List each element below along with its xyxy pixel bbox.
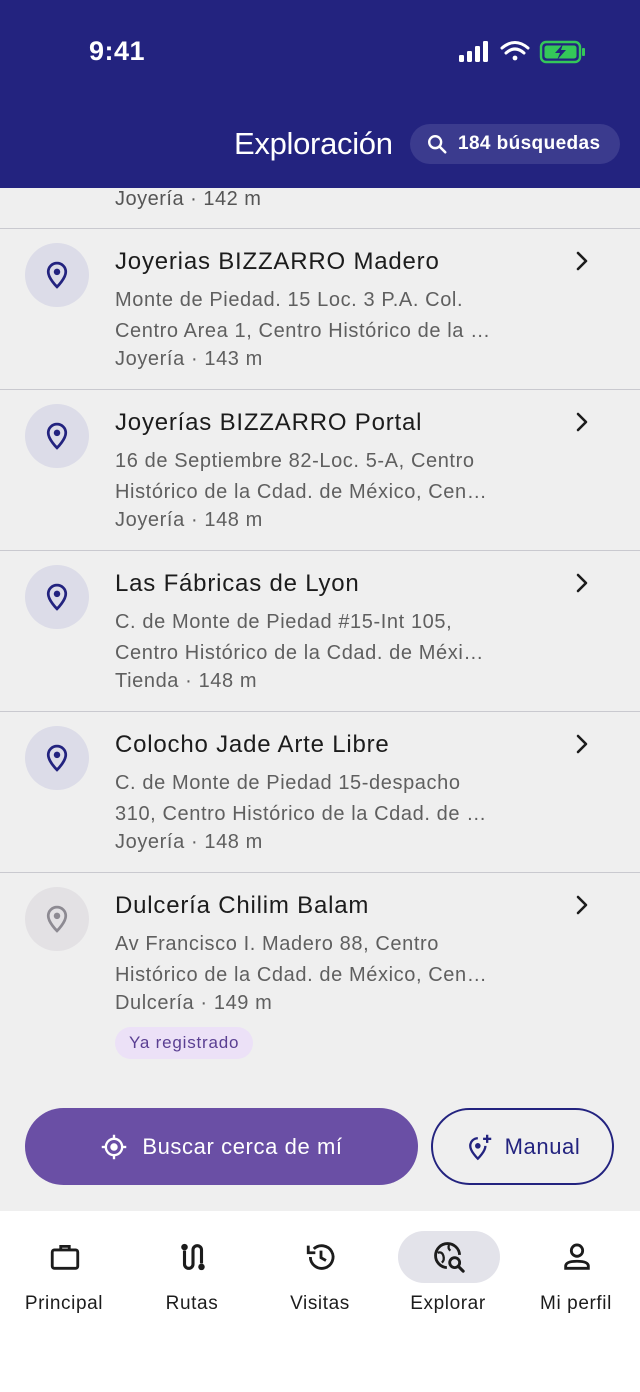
place-avatar	[25, 404, 89, 468]
location-pin-icon	[46, 744, 68, 772]
place-row[interactable]: Joyerias BIZZARRO Madero Monte de Piedad…	[0, 229, 640, 390]
place-meta: Joyería · 148 m	[115, 831, 263, 853]
search-nearby-button[interactable]: Buscar cerca de mí	[25, 1108, 418, 1185]
nav-pill	[14, 1231, 116, 1283]
search-icon	[428, 135, 447, 154]
search-count-label: 184 búsquedas	[458, 133, 601, 154]
place-address: Monte de Piedad. 15 Loc. 3 P.A. Col. Cen…	[115, 285, 545, 347]
search-nearby-label: Buscar cerca de mí	[142, 1133, 343, 1159]
place-row[interactable]: Dulcería Chilim Balam Av Francisco I. Ma…	[0, 873, 640, 1083]
address-line: Centro Histórico de la Cdad. de Méxi…	[115, 642, 485, 664]
nav-pill-active	[398, 1231, 500, 1283]
nav-label: Principal	[24, 1293, 104, 1314]
address-line: 310, Centro Histórico de la Cdad. de …	[115, 803, 487, 825]
place-name: Joyerías BIZZARRO Portal	[115, 409, 423, 436]
manual-add-button[interactable]: Manual	[431, 1108, 614, 1185]
address-line: Histórico de la Cdad. de México, Cen…	[115, 964, 488, 986]
app-header: 9:41 Exploración 184 búsquedas	[0, 0, 640, 188]
nav-pill	[526, 1231, 628, 1283]
place-avatar	[25, 726, 89, 790]
place-row[interactable]: Colocho Jade Arte Libre C. de Monte de P…	[0, 712, 640, 873]
battery-charging-icon	[539, 40, 585, 64]
nav-label: Explorar	[410, 1293, 486, 1314]
manual-add-label: Manual	[504, 1133, 581, 1159]
place-name: Joyerias BIZZARRO Madero	[115, 248, 440, 275]
place-address: C. de Monte de Piedad #15-Int 105, Centr…	[115, 607, 545, 669]
history-icon	[306, 1244, 335, 1270]
wifi-icon	[500, 41, 530, 61]
nav-pill	[270, 1231, 372, 1283]
location-pin-icon	[46, 583, 68, 611]
place-row[interactable]: Las Fábricas de Lyon C. de Monte de Pied…	[0, 551, 640, 712]
registered-badge: Ya registrado	[115, 1027, 254, 1059]
add-location-icon	[468, 1134, 491, 1160]
place-address: Av Francisco I. Madero 88, Centro Histór…	[115, 929, 545, 991]
my-location-icon	[102, 1134, 127, 1159]
place-row[interactable]: Joyerías BIZZARRO Portal 16 de Septiembr…	[0, 390, 640, 551]
chevron-right-icon	[576, 734, 588, 754]
nav-pill	[142, 1231, 244, 1283]
briefcase-icon	[50, 1244, 80, 1270]
status-icons	[459, 40, 585, 64]
nav-item-principal[interactable]: Principal	[0, 1231, 128, 1331]
nav-item-visitas[interactable]: Visitas	[256, 1231, 384, 1331]
address-line: Monte de Piedad. 15 Loc. 3 P.A. Col.	[115, 289, 464, 311]
address-line: Centro Area 1, Centro Histórico de la …	[115, 320, 491, 342]
place-avatar	[25, 887, 89, 951]
place-meta: Joyería · 142 m	[115, 188, 262, 210]
chevron-right-icon	[576, 573, 588, 593]
place-name: Colocho Jade Arte Libre	[115, 731, 390, 758]
chevron-right-icon	[576, 251, 588, 271]
location-pin-icon	[46, 422, 68, 450]
place-meta: Dulcería · 149 m	[115, 992, 273, 1014]
address-line: Av Francisco I. Madero 88, Centro	[115, 933, 440, 955]
person-icon	[564, 1243, 590, 1270]
chevron-right-icon	[576, 895, 588, 915]
address-line: 16 de Septiembre 82-Loc. 5-A, Centro	[115, 450, 475, 472]
place-meta: Joyería · 143 m	[115, 348, 263, 370]
address-line: C. de Monte de Piedad 15-despacho	[115, 772, 461, 794]
place-address: C. de Monte de Piedad 15-despacho 310, C…	[115, 768, 545, 830]
location-pin-icon	[46, 261, 68, 289]
signal-icon	[459, 41, 488, 62]
place-meta: Tienda · 148 m	[115, 670, 258, 692]
place-avatar	[25, 565, 89, 629]
chevron-right-icon	[576, 412, 588, 432]
route-icon	[181, 1243, 205, 1271]
place-avatar	[25, 243, 89, 307]
places-list[interactable]: Joyería · 142 m Joyerias BIZZARRO Madero…	[0, 188, 640, 1211]
status-time: 9:41	[89, 36, 146, 66]
place-name: Dulcería Chilim Balam	[115, 892, 370, 919]
nav-item-mi-perfil[interactable]: Mi perfil	[512, 1231, 640, 1331]
nav-label: Mi perfil	[540, 1293, 612, 1314]
nav-item-explorar[interactable]: Explorar	[384, 1231, 512, 1331]
travel-explore-icon	[434, 1242, 465, 1273]
address-line: C. de Monte de Piedad #15-Int 105,	[115, 611, 453, 633]
nav-label: Visitas	[290, 1293, 350, 1314]
place-name: Las Fábricas de Lyon	[115, 570, 360, 597]
nav-label: Rutas	[165, 1293, 219, 1314]
page-title: Exploración	[234, 126, 393, 161]
nav-item-rutas[interactable]: Rutas	[128, 1231, 256, 1331]
address-line: Histórico de la Cdad. de México, Cen…	[115, 481, 488, 503]
bottom-navigation: Principal Rutas Visitas Explorar Mi perf…	[0, 1211, 640, 1392]
location-pin-icon	[46, 905, 68, 933]
search-count-chip[interactable]: 184 búsquedas	[410, 124, 620, 164]
list-item-partial[interactable]: Joyería · 142 m	[0, 188, 640, 229]
place-address: 16 de Septiembre 82-Loc. 5-A, Centro His…	[115, 446, 545, 508]
place-meta: Joyería · 148 m	[115, 509, 263, 531]
